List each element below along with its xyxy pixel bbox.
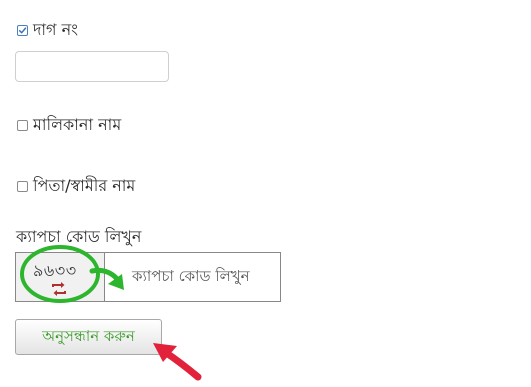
dag-label: দাগ নং — [33, 20, 79, 39]
captcha-placeholder: ক্যাপচা কোড লিখুন — [132, 266, 250, 285]
dag-filter: দাগ নং — [17, 17, 78, 44]
captcha-label: ক্যাপচা কোড লিখুন — [16, 227, 142, 246]
malikana-label: মালিকানা নাম — [33, 115, 122, 134]
dag-input[interactable] — [15, 51, 169, 82]
check-icon — [18, 27, 27, 34]
pita-filter: পিতা/স্বামীর নাম — [17, 173, 135, 200]
pita-checkbox[interactable] — [17, 181, 28, 192]
pita-label: পিতা/স্বামীর নাম — [33, 176, 136, 195]
malikana-checkbox[interactable] — [17, 120, 28, 131]
search-button[interactable]: অনুসন্ধান করুন — [15, 319, 162, 355]
captcha-input[interactable]: ক্যাপচা কোড লিখুন — [104, 252, 281, 302]
refresh-icon[interactable] — [50, 281, 68, 297]
dag-checkbox[interactable] — [17, 25, 28, 36]
annotation-arrow-red — [161, 348, 202, 381]
malikana-filter: মালিকানা নাম — [17, 112, 121, 139]
